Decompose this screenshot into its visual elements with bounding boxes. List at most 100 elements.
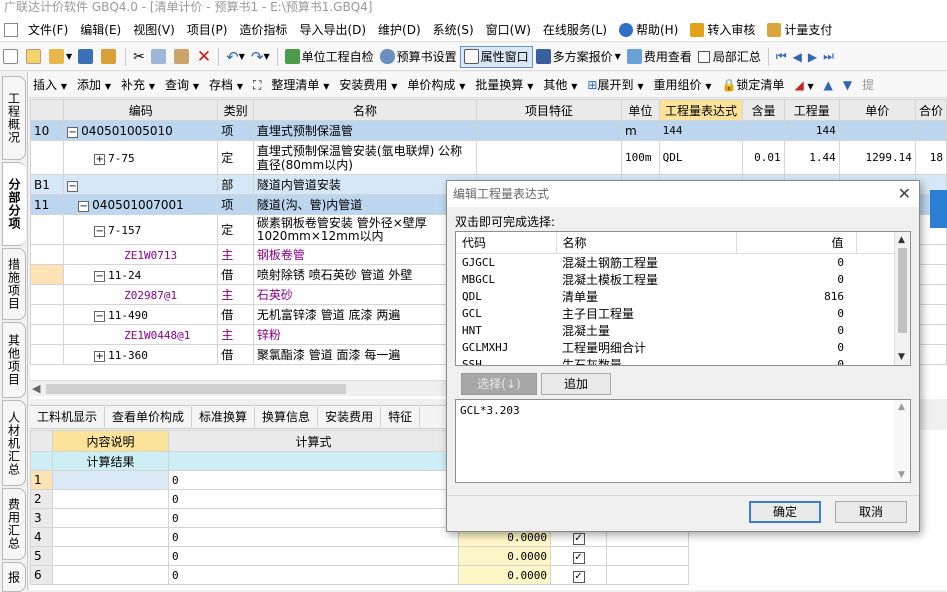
detail-row-description[interactable]	[52, 565, 169, 585]
table-row[interactable]: 10 −040501005010 项 直埋式预制保温管 m 144 144	[30, 120, 947, 141]
horizontal-scrollbar[interactable]: ◀	[30, 380, 450, 396]
row-code-cell[interactable]: −040501005010	[63, 120, 219, 141]
list-item[interactable]: GCL 主子目工程量 0	[456, 305, 896, 322]
move-up-button[interactable]: ▲	[819, 74, 838, 96]
lock-list-button[interactable]: 🔒锁定清单	[716, 74, 789, 96]
row-name[interactable]: 碳素钢板卷管安装 管外径×壁厚 1020mm×12mm以内	[252, 214, 478, 245]
collapse-icon[interactable]: −	[67, 126, 79, 138]
batch-convert-button[interactable]: 批量换算 ▼	[470, 74, 538, 96]
fee-view-button[interactable]: 费用查看	[624, 46, 695, 68]
row-name[interactable]: 钢板卷管	[252, 244, 478, 265]
row-content[interactable]	[742, 120, 785, 141]
menu-system[interactable]: 系统(S)	[427, 19, 480, 41]
property-window-button[interactable]: 属性窗口	[459, 45, 533, 68]
row-code-cell[interactable]: −7-157	[63, 214, 219, 245]
next-record-button[interactable]: ▶	[805, 46, 820, 68]
detail-row-description[interactable]	[52, 508, 169, 528]
list-item[interactable]: MBGCL 混凝土模板工程量 0	[456, 271, 896, 288]
organize-list-button[interactable]: 整理清单 ▼	[266, 74, 334, 96]
tab-install-fee[interactable]: 安装费用	[318, 407, 382, 427]
menu-cost-index[interactable]: 造价指标	[233, 19, 293, 41]
menu-transfer-audit[interactable]: 转入审核	[684, 19, 761, 41]
list-item[interactable]: SSH 生石灰数量 0	[456, 356, 896, 366]
supplement-button[interactable]: 补充 ▼	[116, 74, 160, 96]
row-qty[interactable]: 144	[783, 120, 840, 141]
detail-row-formula[interactable]: 0	[168, 527, 459, 547]
table-row[interactable]: +7-75 定 直埋式预制保温管安装(氩电联焊) 公称直径(80mm以内) 10…	[30, 140, 947, 175]
save-button[interactable]	[75, 46, 98, 68]
row-price[interactable]	[838, 120, 916, 141]
row-total[interactable]: 18	[914, 140, 947, 175]
find-button[interactable]: ⛶	[248, 74, 266, 96]
new-template-button[interactable]	[23, 46, 46, 68]
row-type[interactable]: 定	[217, 140, 254, 175]
row-name[interactable]: 隧道内管道安装	[252, 174, 478, 195]
tab-measures[interactable]: 措施项目	[2, 248, 26, 320]
col-header-total[interactable]: 合价	[914, 99, 947, 121]
row-feature[interactable]	[476, 120, 623, 141]
row-code-cell[interactable]: ZE1W0713	[63, 244, 219, 265]
list-item[interactable]: HNT 混凝土量 0	[456, 322, 896, 339]
menu-help[interactable]: 帮助(H)	[613, 19, 684, 41]
first-record-button[interactable]: ⏮	[773, 46, 790, 68]
expression-textarea[interactable]: GCL*3.203 ▲ ▼	[455, 399, 911, 483]
menu-measure-pay[interactable]: 计量支付	[761, 19, 838, 41]
variable-col-name[interactable]: 名称	[556, 232, 737, 254]
collapse-icon[interactable]: −	[94, 310, 106, 322]
row-qty-expression[interactable]: 144	[658, 120, 744, 141]
open-button[interactable]: ▼	[46, 46, 75, 68]
tab-unit-price-composition[interactable]: 查看单价构成	[105, 407, 193, 427]
table-row[interactable]: 5 0 0.0000 ✓	[30, 546, 689, 566]
reuse-pricing-button[interactable]: 重用组价 ▼	[648, 74, 716, 96]
col-header-unit[interactable]: 单位	[621, 99, 660, 121]
row-name[interactable]: 石英砂	[252, 284, 478, 305]
tab-standard-conversion[interactable]: 标准换算	[192, 407, 256, 427]
prev-record-button[interactable]: ◀	[790, 46, 805, 68]
last-record-button[interactable]: ⏭	[820, 46, 837, 68]
append-button[interactable]: 追加	[541, 373, 611, 395]
scroll-down-icon[interactable]: ▼	[898, 470, 905, 480]
detail-row-check[interactable]: ✓	[550, 546, 607, 566]
col-header-qty-expression[interactable]: 工程量表达式	[658, 99, 744, 121]
expression-scrollbar[interactable]: ▲ ▼	[894, 400, 910, 482]
row-name[interactable]: 无机富锌漆 管道 底漆 两遍	[252, 304, 478, 325]
row-type[interactable]: 项	[217, 194, 254, 215]
unit-price-composition-button[interactable]: 单价构成 ▼	[402, 74, 470, 96]
cut-button[interactable]: ✂	[130, 46, 148, 68]
local-summary-toggle[interactable]: 局部汇总	[695, 46, 764, 68]
row-content[interactable]: 0.01	[742, 140, 785, 175]
detail-col-description[interactable]: 内容说明	[52, 430, 169, 452]
row-code-cell[interactable]: −11-490	[63, 304, 219, 325]
archive-button[interactable]: 存档 ▼	[204, 74, 248, 96]
detail-col-formula[interactable]: 计算式	[168, 430, 459, 452]
variable-col-value[interactable]: 值	[736, 232, 857, 254]
expand-to-button[interactable]: ⊞展开到 ▼	[582, 74, 648, 96]
query-button[interactable]: 查询 ▼	[160, 74, 204, 96]
detail-row-description[interactable]	[52, 470, 169, 490]
row-name[interactable]: 锌粉	[252, 324, 478, 345]
row-code-cell[interactable]: +7-75	[63, 140, 219, 175]
move-down-button[interactable]: ▼	[838, 74, 857, 96]
detail-row-formula[interactable]: 0	[168, 565, 459, 585]
col-header-price[interactable]: 单价	[838, 99, 916, 121]
expand-icon[interactable]: +	[94, 153, 106, 165]
cancel-button[interactable]: 取消	[835, 501, 907, 523]
row-code-cell[interactable]: −11-24	[63, 264, 219, 285]
list-scrollbar[interactable]: ▲ ▼	[894, 232, 910, 365]
close-icon[interactable]: ✕	[898, 181, 911, 207]
table-row[interactable]: 6 0 0.0000 ✓	[30, 565, 689, 585]
copy-button[interactable]	[148, 46, 171, 68]
fill-color-button[interactable]: ◢ ▼	[789, 74, 818, 96]
row-code-cell[interactable]: −	[63, 174, 219, 195]
menu-view[interactable]: 视图(V)	[127, 19, 181, 41]
list-item[interactable]: GJGCL 混凝土钢筋工程量 0	[456, 253, 896, 271]
collapse-icon[interactable]: −	[67, 180, 79, 192]
col-header-type[interactable]: 类别	[217, 99, 254, 121]
tab-feature[interactable]: 特征	[381, 407, 421, 427]
row-type[interactable]: 主	[217, 284, 254, 305]
check-icon[interactable]: ✓	[572, 532, 585, 545]
budget-settings-button[interactable]: 预算书设置	[377, 46, 460, 68]
paste-button[interactable]	[171, 46, 194, 68]
col-header-qty[interactable]: 工程量	[783, 99, 840, 121]
tab-project-overview[interactable]: 工程概况	[2, 76, 26, 160]
